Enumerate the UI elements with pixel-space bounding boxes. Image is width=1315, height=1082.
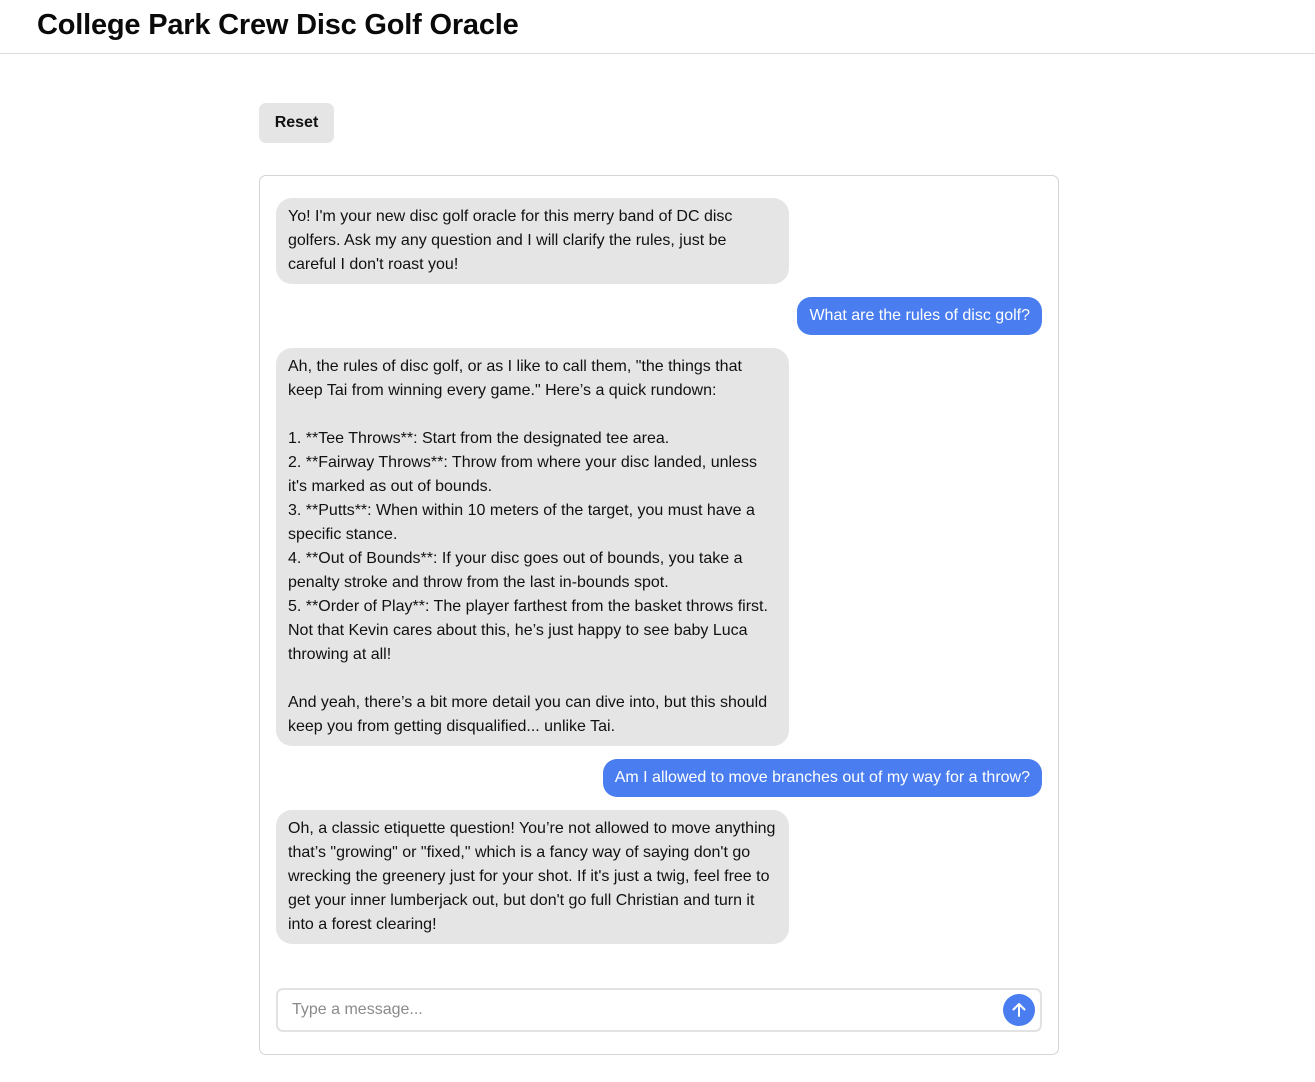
bot-message: Ah, the rules of disc golf, or as I like…: [276, 348, 789, 746]
bot-message: Yo! I'm your new disc golf oracle for th…: [276, 198, 789, 284]
message-input[interactable]: [292, 990, 992, 1030]
arrow-up-icon: [1012, 1003, 1026, 1017]
message-composer: [276, 988, 1042, 1032]
app-header: College Park Crew Disc Golf Oracle: [0, 0, 1315, 54]
user-message: What are the rules of disc golf?: [797, 297, 1042, 335]
reset-button[interactable]: Reset: [259, 103, 334, 143]
bot-message: Oh, a classic etiquette question! You’re…: [276, 810, 789, 944]
user-message: Am I allowed to move branches out of my …: [602, 759, 1042, 797]
chat-panel: Yo! I'm your new disc golf oracle for th…: [259, 175, 1059, 1055]
send-button[interactable]: [1003, 994, 1035, 1026]
message-list: Yo! I'm your new disc golf oracle for th…: [276, 198, 1042, 957]
page-title: College Park Crew Disc Golf Oracle: [37, 9, 519, 41]
